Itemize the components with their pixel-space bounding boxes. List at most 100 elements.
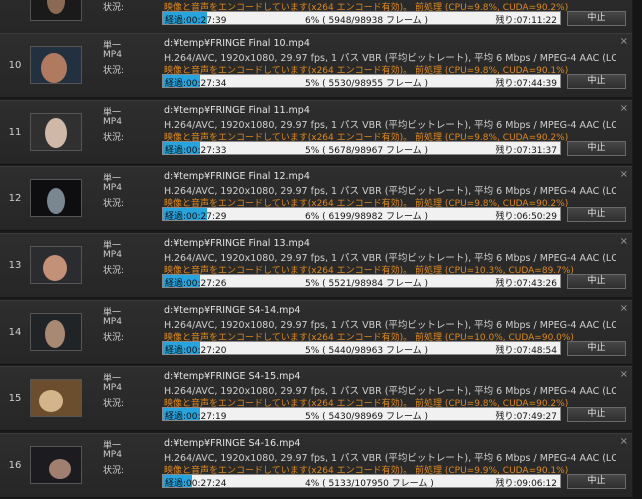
remaining-time: 残り:07:11:22 bbox=[495, 16, 557, 26]
progress-percent: 5% ( 5678/98967 フレーム ) bbox=[305, 146, 429, 156]
status-label: 状況: bbox=[103, 66, 125, 76]
file-path: d:¥temp¥FRINGE Final 10.mp4 bbox=[164, 38, 310, 49]
remaining-time: 残り:09:06:12 bbox=[495, 479, 557, 489]
format-label: MP4 bbox=[103, 383, 122, 393]
elapsed-time: 経過:00:27:26 bbox=[165, 279, 227, 289]
file-path: d:¥temp¥FRINGE Final 12.mp4 bbox=[164, 171, 310, 182]
progress-percent: 5% ( 5430/98969 フレーム ) bbox=[305, 412, 429, 422]
progress-bar: 経過:00:27:26 5% ( 5521/98984 フレーム ) 残り:07:4… bbox=[162, 274, 561, 289]
close-icon[interactable]: × bbox=[620, 303, 628, 314]
stop-button[interactable]: 中止 bbox=[567, 141, 626, 156]
progress-percent: 5% ( 5530/98955 フレーム ) bbox=[305, 79, 429, 89]
stop-button[interactable]: 中止 bbox=[567, 407, 626, 422]
video-thumbnail bbox=[30, 46, 82, 84]
remaining-time: 残り:07:48:54 bbox=[495, 346, 557, 356]
item-number: 12 bbox=[8, 193, 22, 204]
remaining-time: 残り:07:43:26 bbox=[495, 279, 557, 289]
progress-bar: 経過:00:27:19 5% ( 5430/98969 フレーム ) 残り:07:4… bbox=[162, 407, 561, 422]
status-label: 状況: bbox=[103, 466, 125, 476]
close-icon[interactable]: × bbox=[620, 236, 628, 247]
queue-item[interactable]: 14 単一 MP4 状況: d:¥temp¥FRINGE S4-14.mp4 H.264/… bbox=[0, 300, 632, 365]
file-path: d:¥temp¥FRINGE S4-15.mp4 bbox=[164, 371, 301, 382]
item-number: 16 bbox=[8, 460, 22, 471]
elapsed-time: 経過:00:27:24 bbox=[165, 479, 227, 489]
item-number: 10 bbox=[8, 60, 22, 71]
format-label: MP4 bbox=[103, 317, 122, 327]
file-path: d:¥temp¥FRINGE S4-16.mp4 bbox=[164, 438, 301, 449]
close-icon[interactable]: × bbox=[620, 169, 628, 180]
stop-button[interactable]: 中止 bbox=[567, 474, 626, 489]
progress-percent: 6% ( 6199/98982 フレーム ) bbox=[305, 212, 429, 222]
remaining-time: 残り:07:31:37 bbox=[495, 146, 557, 156]
format-label: MP4 bbox=[103, 450, 122, 460]
video-thumbnail bbox=[30, 446, 82, 484]
codec-info: H.264/AVC, 1920x1080, 29.97 fps, 1 パス VB… bbox=[164, 186, 616, 197]
codec-info: H.264/AVC, 1920x1080, 29.97 fps, 1 パス VB… bbox=[164, 386, 616, 397]
status-label: 状況: bbox=[103, 3, 125, 13]
status-label: 状況: bbox=[103, 399, 125, 409]
queue-item[interactable]: 単一MP4状況:映像と音声をエンコードしています(x264 エンコード有効)。 … bbox=[0, 0, 632, 35]
stop-button[interactable]: 中止 bbox=[567, 341, 626, 356]
video-thumbnail bbox=[30, 313, 82, 351]
progress-bar: 経過:00:27:34 5% ( 5530/98955 フレーム ) 残り:07:4… bbox=[162, 74, 561, 89]
close-icon[interactable]: × bbox=[620, 369, 628, 380]
progress-bar: 経過:00:27:39 6% ( 5948/98938 フレーム ) 残り:07:1… bbox=[162, 11, 561, 26]
progress-percent: 6% ( 5948/98938 フレーム ) bbox=[305, 16, 429, 26]
queue-item[interactable]: 16 単一 MP4 状況: d:¥temp¥FRINGE S4-16.mp4 H.264/… bbox=[0, 433, 632, 498]
progress-percent: 5% ( 5521/98984 フレーム ) bbox=[305, 279, 429, 289]
remaining-time: 残り:06:50:29 bbox=[495, 212, 557, 222]
queue-item[interactable]: 15 単一 MP4 状況: d:¥temp¥FRINGE S4-15.mp4 H.264/… bbox=[0, 366, 632, 431]
progress-percent: 4% ( 5133/107950 フレーム ) bbox=[305, 479, 434, 489]
status-label: 状況: bbox=[103, 333, 125, 343]
progress-percent: 5% ( 5440/98963 フレーム ) bbox=[305, 346, 429, 356]
item-number: 11 bbox=[8, 127, 22, 138]
format-label: MP4 bbox=[103, 183, 122, 193]
elapsed-time: 経過:00:27:39 bbox=[165, 16, 227, 26]
status-label: 状況: bbox=[103, 266, 125, 276]
codec-info: H.264/AVC, 1920x1080, 29.97 fps, 1 パス VB… bbox=[164, 320, 616, 331]
status-label: 状況: bbox=[103, 199, 125, 209]
codec-info: H.264/AVC, 1920x1080, 29.97 fps, 1 パス VB… bbox=[164, 253, 616, 264]
remaining-time: 残り:07:44:39 bbox=[495, 79, 557, 89]
scrollbar[interactable] bbox=[633, 0, 642, 499]
codec-info: H.264/AVC, 1920x1080, 29.97 fps, 1 パス VB… bbox=[164, 53, 616, 64]
queue-item[interactable]: 10 単一 MP4 状況: d:¥temp¥FRINGE Final 10.mp4 H.2… bbox=[0, 33, 632, 98]
elapsed-time: 経過:00:27:33 bbox=[165, 146, 227, 156]
video-thumbnail bbox=[30, 246, 82, 284]
item-number: 15 bbox=[8, 393, 22, 404]
codec-info: H.264/AVC, 1920x1080, 29.97 fps, 1 パス VB… bbox=[164, 120, 616, 131]
elapsed-time: 経過:00:27:20 bbox=[165, 346, 227, 356]
file-path: d:¥temp¥FRINGE Final 13.mp4 bbox=[164, 238, 310, 249]
video-thumbnail bbox=[30, 379, 82, 417]
stop-button[interactable]: 中止 bbox=[567, 74, 626, 89]
close-icon[interactable]: × bbox=[620, 36, 628, 47]
elapsed-time: 経過:00:27:34 bbox=[165, 79, 227, 89]
progress-bar: 経過:00:27:33 5% ( 5678/98967 フレーム ) 残り:07:3… bbox=[162, 141, 561, 156]
format-label: MP4 bbox=[103, 250, 122, 260]
stop-button[interactable]: 中止 bbox=[567, 207, 626, 222]
close-icon[interactable]: × bbox=[620, 436, 628, 447]
progress-bar: 経過:00:27:20 5% ( 5440/98963 フレーム ) 残り:07:4… bbox=[162, 341, 561, 356]
queue-item[interactable]: 11 単一 MP4 状況: d:¥temp¥FRINGE Final 11.mp4 H.2… bbox=[0, 100, 632, 165]
stop-button[interactable]: 中止 bbox=[567, 274, 626, 289]
file-path: d:¥temp¥FRINGE S4-14.mp4 bbox=[164, 305, 301, 316]
codec-info: H.264/AVC, 1920x1080, 29.97 fps, 1 パス VB… bbox=[164, 453, 616, 464]
remaining-time: 残り:07:49:27 bbox=[495, 412, 557, 422]
video-thumbnail bbox=[30, 113, 82, 151]
close-icon[interactable]: × bbox=[620, 103, 628, 114]
video-thumbnail bbox=[30, 0, 82, 21]
elapsed-time: 経過:00:27:19 bbox=[165, 412, 227, 422]
video-thumbnail bbox=[30, 179, 82, 217]
stop-button[interactable]: 中止 bbox=[567, 11, 626, 26]
progress-bar: 経過:00:27:24 4% ( 5133/107950 フレーム ) 残り:09:… bbox=[162, 474, 561, 489]
format-label: MP4 bbox=[103, 117, 122, 127]
progress-bar: 経過:00:27:29 6% ( 6199/98982 フレーム ) 残り:06:5… bbox=[162, 207, 561, 222]
format-label: MP4 bbox=[103, 50, 122, 60]
item-number: 14 bbox=[8, 327, 22, 338]
encode-queue-list: 単一MP4状況:映像と音声をエンコードしています(x264 エンコード有効)。 … bbox=[0, 0, 642, 499]
queue-item[interactable]: 12 単一 MP4 状況: d:¥temp¥FRINGE Final 12.mp4 H.2… bbox=[0, 166, 632, 231]
queue-item[interactable]: 13 単一 MP4 状況: d:¥temp¥FRINGE Final 13.mp4 H.2… bbox=[0, 233, 632, 298]
item-number: 13 bbox=[8, 260, 22, 271]
status-label: 状況: bbox=[103, 133, 125, 143]
file-path: d:¥temp¥FRINGE Final 11.mp4 bbox=[164, 105, 310, 116]
